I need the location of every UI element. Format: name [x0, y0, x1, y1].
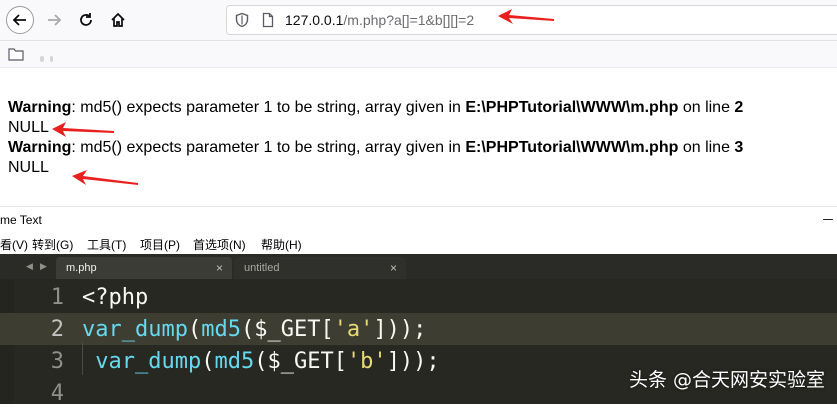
- indent-guide: [82, 343, 83, 375]
- folder-icon[interactable]: [8, 47, 24, 61]
- code-token: ]));: [386, 349, 440, 374]
- annotation-arrow-url: [498, 9, 554, 24]
- bookmarks-toolbar: [0, 41, 837, 68]
- code-line-current[interactable]: 2 var_dump(md5($_GET['a']));: [0, 313, 837, 345]
- code-token-string: 'b': [346, 349, 387, 374]
- menu-help[interactable]: 帮助(H): [261, 236, 302, 253]
- tab-scroll-left-icon[interactable]: ◀: [26, 261, 33, 272]
- line-number: 4: [50, 381, 64, 406]
- tab-label: untitled: [244, 262, 280, 274]
- warning-file: E:\PHPTutorial\WWW\m.php: [465, 139, 679, 156]
- url-host: 127.0.0.1: [285, 12, 344, 28]
- code-line[interactable]: 1 <?php: [0, 281, 837, 313]
- reload-button[interactable]: [72, 6, 100, 34]
- minimize-button[interactable]: [823, 219, 833, 220]
- code-token: ($_GET[: [254, 349, 347, 374]
- menu-tools[interactable]: 工具(T): [87, 236, 126, 253]
- editor-titlebar: me Text: [0, 206, 837, 233]
- watermark: 头条 @合天网安实验室: [628, 369, 825, 391]
- page-content: Warning: md5() expects parameter 1 to be…: [8, 98, 743, 178]
- warning-file: E:\PHPTutorial\WWW\m.php: [465, 99, 679, 116]
- warning-label: Warning: [8, 99, 72, 116]
- tab-label: m.php: [66, 262, 97, 274]
- editor-menubar: 看(V) 转到(G) 工具(T) 项目(P) 首选项(N) 帮助(H): [0, 232, 837, 254]
- menu-preferences[interactable]: 首选项(N): [193, 236, 246, 253]
- page-info-icon[interactable]: [260, 12, 276, 28]
- line-number: 3: [50, 349, 64, 374]
- code-token: <?php: [82, 285, 149, 310]
- code-text: <?php: [82, 285, 148, 310]
- code-text: var_dump(md5($_GET['b']));: [82, 349, 440, 374]
- code-text: var_dump(md5($_GET['a']));: [82, 317, 426, 342]
- warning-line-number: 3: [734, 139, 744, 156]
- url-text[interactable]: 127.0.0.1/m.php?a[]=1&b[][]=2: [285, 12, 474, 28]
- warning-on-line: on line: [678, 99, 735, 116]
- back-button[interactable]: [6, 6, 34, 34]
- code-token: ]));: [373, 317, 427, 342]
- tab-close-icon[interactable]: ×: [390, 261, 397, 275]
- arrow-left-icon: [12, 14, 26, 26]
- bookmark-items-blurred: [40, 49, 160, 62]
- warning-on-line: on line: [678, 139, 735, 156]
- null-output-1: NULL: [8, 119, 49, 136]
- code-token-function: md5: [214, 349, 255, 374]
- code-token-function: var_dump: [82, 317, 188, 342]
- warning-line-2: Warning: md5() expects parameter 1 to be…: [8, 138, 743, 158]
- warning-message: : md5() expects parameter 1 to be string…: [71, 139, 466, 156]
- line-number: 1: [50, 285, 64, 310]
- code-token-function: var_dump: [82, 349, 202, 374]
- line-number: 2: [50, 317, 64, 342]
- shield-icon[interactable]: [234, 12, 250, 28]
- menu-project[interactable]: 项目(P): [140, 236, 180, 253]
- tab-close-icon[interactable]: ×: [216, 261, 223, 275]
- forward-button[interactable]: [40, 6, 68, 34]
- code-editor[interactable]: 1 <?php 2 var_dump(md5($_GET['a'])); 3 v…: [0, 279, 837, 406]
- code-token-string: 'a': [333, 317, 374, 342]
- warning-line-1: Warning: md5() expects parameter 1 to be…: [8, 98, 743, 118]
- warning-line-number: 2: [734, 99, 744, 116]
- arrow-right-icon: [48, 14, 62, 26]
- menu-goto[interactable]: 转到(G): [32, 236, 73, 253]
- home-button[interactable]: [104, 6, 132, 34]
- menu-view[interactable]: 看(V): [0, 236, 28, 253]
- warning-label: Warning: [8, 139, 72, 156]
- tab-untitled[interactable]: untitled ×: [234, 257, 406, 279]
- editor-tabbar: ◀ ▶ m.php × untitled ×: [0, 254, 837, 279]
- reload-icon: [80, 13, 92, 26]
- annotation-arrow-null-1: [52, 122, 114, 137]
- code-token: (: [201, 349, 215, 374]
- code-token: (: [187, 317, 202, 342]
- home-icon: [111, 12, 125, 27]
- code-token: ($_GET[: [240, 317, 334, 342]
- tab-m-php[interactable]: m.php ×: [56, 257, 232, 279]
- browser-toolbar: 127.0.0.1/m.php?a[]=1&b[][]=2: [0, 0, 837, 41]
- annotation-arrow-null-2: [72, 170, 138, 185]
- code-token-function: md5: [201, 317, 241, 342]
- warning-message: : md5() expects parameter 1 to be string…: [71, 99, 466, 116]
- editor-window-title: me Text: [0, 213, 42, 227]
- tab-scroll-right-icon[interactable]: ▶: [40, 261, 47, 272]
- url-path: /m.php?a[]=1&b[][]=2: [343, 12, 475, 28]
